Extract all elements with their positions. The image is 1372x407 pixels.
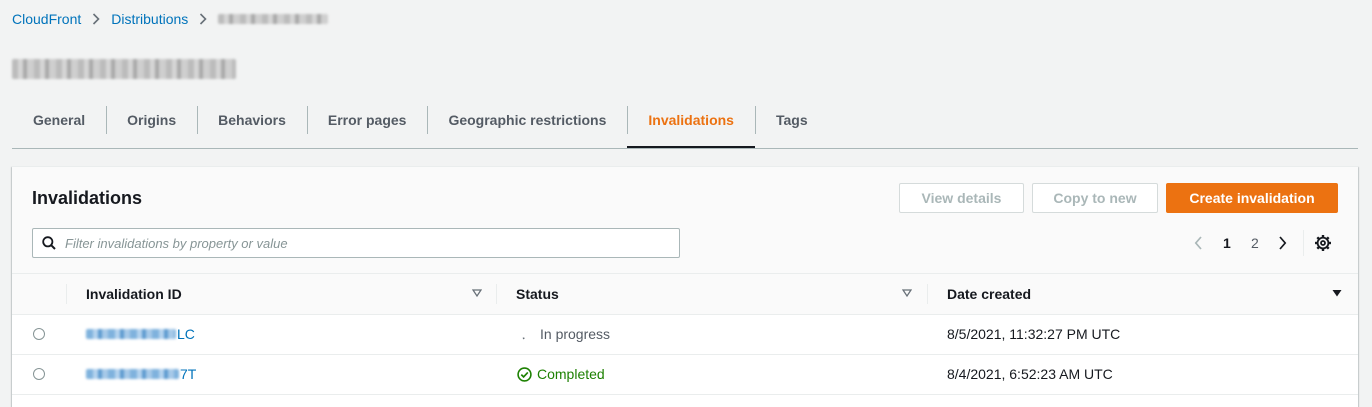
- row-radio[interactable]: [33, 368, 45, 380]
- search-icon: [42, 236, 56, 250]
- status-label: Completed: [537, 366, 605, 382]
- invalidation-id-suffix: LC: [177, 326, 195, 342]
- copy-to-new-button[interactable]: Copy to new: [1032, 183, 1158, 213]
- breadcrumb-current-redacted: [218, 14, 329, 24]
- chevron-right-icon[interactable]: [1278, 228, 1287, 258]
- invalidation-id-suffix: 7T: [180, 366, 197, 382]
- invalidation-id-cell: LC: [86, 315, 195, 353]
- page-1[interactable]: 1: [1223, 228, 1231, 258]
- chevron-right-icon: [92, 13, 100, 25]
- date-created-cell: 8/4/2021, 6:52:23 AM UTC: [947, 366, 1113, 382]
- check-circle-icon: [517, 366, 532, 382]
- panel-header: Invalidations View details Copy to new C…: [12, 167, 1358, 273]
- sort-icon[interactable]: [902, 288, 912, 298]
- tab-tags[interactable]: Tags: [754, 100, 829, 147]
- breadcrumb: CloudFront Distributions: [12, 11, 329, 27]
- status-label: In progress: [540, 326, 611, 342]
- breadcrumb-distributions[interactable]: Distributions: [111, 11, 188, 27]
- filter-placeholder: Filter invalidations by property or valu…: [65, 235, 288, 251]
- table-row[interactable]: LC In progress 8/5/2021, 11:32:27 PM UTC: [12, 315, 1358, 355]
- column-divider: [66, 284, 67, 304]
- status-cell: In progress: [520, 315, 610, 353]
- column-date-created[interactable]: Date created: [947, 274, 1031, 314]
- column-divider: [927, 284, 928, 304]
- tab-general[interactable]: General: [12, 100, 106, 147]
- chevron-right-icon: [199, 13, 207, 25]
- page-2[interactable]: 2: [1251, 228, 1259, 258]
- column-status[interactable]: Status: [516, 274, 559, 314]
- sort-icon[interactable]: [472, 288, 482, 298]
- row-radio[interactable]: [33, 328, 45, 340]
- filter-input[interactable]: Filter invalidations by property or valu…: [32, 228, 680, 258]
- status-in-progress: In progress: [520, 326, 610, 342]
- table-header: Invalidation ID Status Date created: [12, 273, 1358, 315]
- invalidations-panel: Invalidations View details Copy to new C…: [12, 166, 1358, 407]
- column-divider: [496, 284, 497, 304]
- tab-origins[interactable]: Origins: [106, 100, 197, 147]
- view-details-button[interactable]: View details: [899, 183, 1024, 213]
- pager-divider: [1303, 230, 1304, 256]
- tab-invalidations[interactable]: Invalidations: [627, 100, 755, 148]
- tab-behaviors[interactable]: Behaviors: [197, 100, 307, 147]
- status-cell: Completed: [517, 355, 605, 393]
- invalidation-id-link[interactable]: LC: [86, 326, 195, 342]
- page-title-redacted: [12, 59, 236, 79]
- invalidation-id-link[interactable]: 7T: [86, 366, 196, 382]
- table-row[interactable]: 7T Completed 8/4/2021, 6:52:23 AM UTC: [12, 355, 1358, 395]
- breadcrumb-cloudfront[interactable]: CloudFront: [12, 11, 81, 27]
- invalidation-id-redacted: [86, 369, 179, 379]
- chevron-left-icon[interactable]: [1194, 228, 1203, 258]
- settings-gear-icon[interactable]: [1314, 234, 1332, 252]
- tab-error-pages[interactable]: Error pages: [306, 100, 428, 147]
- create-invalidation-button[interactable]: Create invalidation: [1166, 183, 1338, 213]
- panel-title: Invalidations: [32, 188, 143, 208]
- spinner-icon: [520, 327, 535, 342]
- invalidation-id-cell: 7T: [86, 355, 196, 393]
- tab-geographic-restrictions[interactable]: Geographic restrictions: [427, 100, 627, 147]
- sort-descending-icon[interactable]: [1332, 288, 1342, 298]
- column-invalidation-id[interactable]: Invalidation ID: [86, 274, 182, 314]
- date-created-cell: 8/5/2021, 11:32:27 PM UTC: [947, 326, 1121, 342]
- invalidation-id-redacted: [86, 329, 176, 339]
- distribution-tabs: General Origins Behaviors Error pages Ge…: [12, 100, 1358, 149]
- status-completed: Completed: [517, 366, 605, 382]
